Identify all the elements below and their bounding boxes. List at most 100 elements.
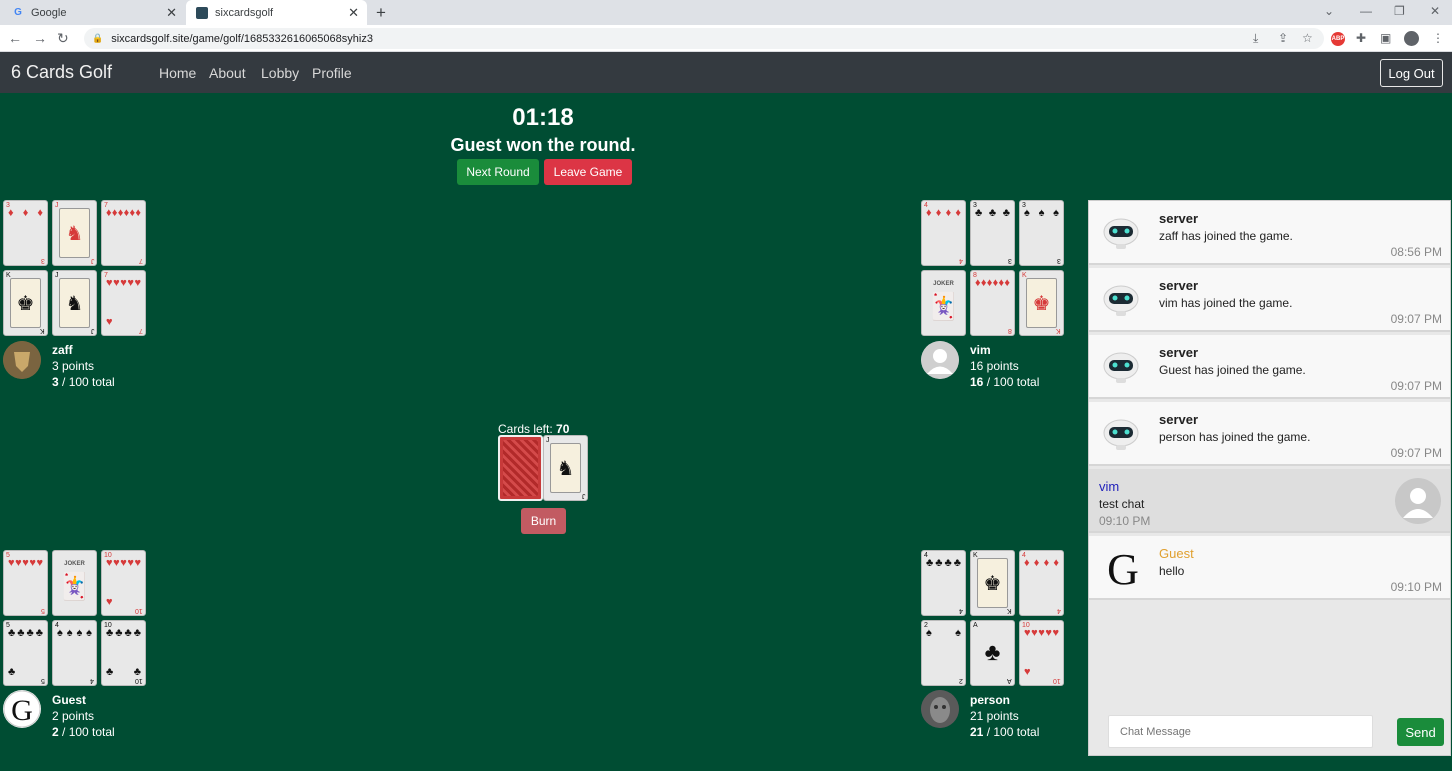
burn-button[interactable]: Burn [521, 508, 566, 534]
card-guest-6[interactable]: 10 ♣ ♣ ♣ ♣ ♣ ♣ 10 [101, 620, 146, 686]
close-icon[interactable]: ✕ [348, 5, 359, 21]
nav-home[interactable]: Home [159, 65, 196, 81]
card-guest-1[interactable]: 5 ♥ ♥ ♥ ♥ ♥ 5 [3, 550, 48, 616]
card-person-5[interactable]: A ♣ A [970, 620, 1015, 686]
card-guest-5[interactable]: 4 ♠ ♠ ♠ ♠ 4 [52, 620, 97, 686]
pip: ♦ [980, 277, 987, 289]
window-close-icon[interactable]: ✕ [1430, 4, 1440, 18]
discard-pile[interactable]: J ♞ J [543, 435, 588, 501]
pip: ♦ [945, 207, 952, 219]
face-card-art: ♚ [977, 558, 1008, 608]
pip: ♥ [1031, 627, 1038, 639]
tab-sixcardsgolf[interactable]: sixcardsgolf ✕ [186, 0, 367, 25]
card-pips: ♦ ♦ ♦ ♦ ♦ ♦ [106, 208, 141, 258]
pip: ♥ [8, 557, 15, 569]
card-person-4[interactable]: 2 ♠ ♠ 2 [921, 620, 966, 686]
close-icon[interactable]: ✕ [166, 5, 177, 21]
pip: ♠ [1053, 207, 1059, 219]
logout-button[interactable]: Log Out [1380, 59, 1443, 87]
chat-message-input[interactable] [1108, 715, 1373, 748]
card-guest-4[interactable]: 5 ♣ ♣ ♣ ♣ ♣ 5 [3, 620, 48, 686]
pip: ♣ [133, 627, 141, 639]
avatar-person [921, 690, 959, 728]
player-total-guest: 2 / 100 total [52, 725, 115, 739]
bookmark-star-icon[interactable]: ☆ [1302, 31, 1313, 45]
reload-icon[interactable]: ↻ [57, 30, 69, 47]
draw-pile[interactable] [498, 435, 543, 501]
site-brand[interactable]: 6 Cards Golf [11, 62, 112, 83]
card-vim-5[interactable]: 8 ♦ ♦ ♦ ♦ ♦ ♦ 8 [970, 270, 1015, 336]
pip: ♥ [1045, 627, 1052, 639]
pip: ♦ [123, 207, 130, 219]
pip: ♥ [1024, 666, 1031, 678]
pip: ♥ [1052, 627, 1059, 639]
card-vim-2[interactable]: 3 ♣ ♣ ♣ 3 [970, 200, 1015, 266]
card-vim-1[interactable]: 4 ♦ ♦ ♦ ♦ 4 [921, 200, 966, 266]
back-icon[interactable]: ← [8, 30, 22, 46]
card-person-3[interactable]: 4 ♦ ♦ ♦ ♦ 4 [1019, 550, 1064, 616]
send-button[interactable]: Send [1397, 718, 1444, 746]
joker-icon: 🃏 [58, 571, 91, 601]
tab-title: Google [31, 6, 67, 19]
pip: ♥ [36, 557, 43, 569]
card-zaff-2[interactable]: J ♞ J [52, 200, 97, 266]
player-name-guest: Guest [52, 693, 87, 707]
card-person-6[interactable]: 10 ♥ ♥ ♥ ♥ ♥ ♥ 10 [1019, 620, 1064, 686]
card-pips: ♥ ♥ ♥ ♥ ♥ ♥ [106, 278, 141, 328]
tab-google[interactable]: G Google ✕ [0, 0, 185, 25]
extensions-icon[interactable]: ✚ [1356, 31, 1366, 45]
pip: ♥ [29, 557, 36, 569]
chat-sender: server [1159, 345, 1199, 360]
player-points-guest: 2 points [52, 709, 95, 723]
url-field[interactable]: 🔒 sixcardsgolf.site/game/golf/1685332616… [84, 28, 1324, 49]
chat-time: 09:10 PM [1099, 514, 1151, 528]
card-zaff-1[interactable]: 3 ♦ ♦ ♦ 3 [3, 200, 48, 266]
nav-about[interactable]: About [209, 65, 246, 81]
card-zaff-4[interactable]: K ♚ K [3, 270, 48, 336]
install-icon[interactable]: ⤓ [1253, 31, 1258, 46]
card-zaff-3[interactable]: 7 ♦ ♦ ♦ ♦ ♦ ♦ 7 [101, 200, 146, 266]
letter-g-avatar-icon: G [1107, 546, 1139, 586]
card-pips: ♦ ♦ ♦ ♦ [1024, 558, 1059, 608]
card-vim-3[interactable]: 3 ♠ ♠ ♠ 3 [1019, 200, 1064, 266]
pip: ♦ [1033, 557, 1040, 569]
chat-time: 09:07 PM [1390, 379, 1442, 393]
nav-lobby[interactable]: Lobby [261, 65, 299, 81]
leave-game-button[interactable]: Leave Game [544, 159, 632, 185]
card-rank: 4 [1057, 607, 1061, 614]
next-round-button[interactable]: Next Round [457, 159, 539, 185]
pip: ♥ [106, 316, 113, 328]
card-guest-2[interactable]: JOKER 🃏 [52, 550, 97, 616]
adblock-icon[interactable]: ABP [1331, 32, 1345, 46]
menu-icon[interactable]: ⋮ [1432, 31, 1444, 45]
card-rank: 3 [1008, 257, 1012, 264]
joker-label: JOKER [933, 281, 954, 287]
card-rank: A [1007, 677, 1012, 684]
card-rank: 5 [41, 607, 45, 614]
card-vim-4[interactable]: JOKER 🃏 [921, 270, 966, 336]
restore-icon[interactable]: ❐ [1394, 4, 1405, 18]
card-vim-6[interactable]: K ♚ K [1019, 270, 1064, 336]
card-pips: ♥ ♥ ♥ ♥ ♥ [8, 558, 43, 608]
card-guest-3[interactable]: 10 ♥ ♥ ♥ ♥ ♥ ♥ 10 [101, 550, 146, 616]
minimize-icon[interactable]: — [1360, 4, 1372, 18]
card-person-1[interactable]: 4 ♣ ♣ ♣ ♣ 4 [921, 550, 966, 616]
card-rank: K [40, 327, 45, 334]
share-icon[interactable]: ⇪ [1278, 31, 1288, 45]
card-zaff-5[interactable]: J ♞ J [52, 270, 97, 336]
card-zaff-6[interactable]: 7 ♥ ♥ ♥ ♥ ♥ ♥ 7 [101, 270, 146, 336]
chat-message: server zaff has joined the game. 08:56 PM [1089, 201, 1450, 265]
card-person-2[interactable]: K ♚ K [970, 550, 1015, 616]
tab-search-icon[interactable]: ⌄ [1324, 4, 1334, 18]
side-panel-icon[interactable]: ▣ [1380, 31, 1391, 45]
nav-profile[interactable]: Profile [312, 65, 352, 81]
player-points-person: 21 points [970, 709, 1019, 723]
card-rank: J [90, 257, 95, 264]
forward-icon[interactable]: → [33, 30, 47, 46]
card-rank: K [1007, 607, 1012, 614]
default-user-icon [1395, 478, 1441, 524]
pip: ♦ [37, 207, 43, 219]
new-tab-icon[interactable]: + [376, 3, 386, 23]
pip: ♥ [106, 596, 113, 608]
profile-icon[interactable] [1404, 31, 1419, 46]
